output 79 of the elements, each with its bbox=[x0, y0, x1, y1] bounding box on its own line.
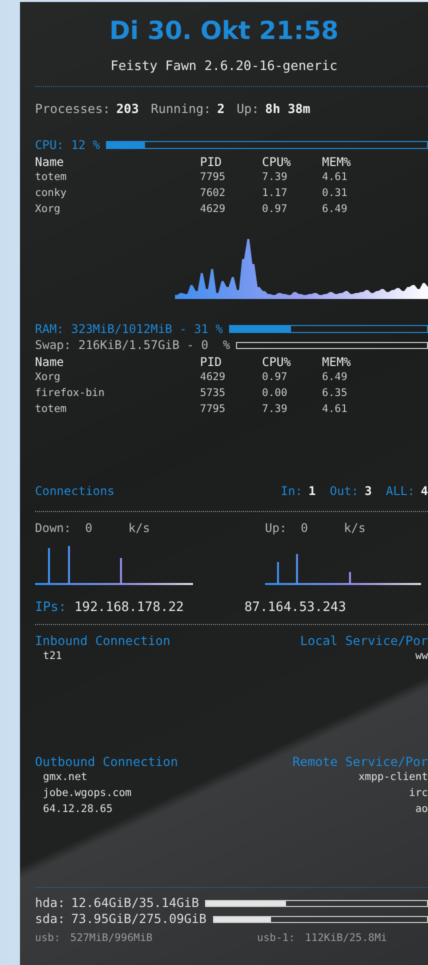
count-value: 3 bbox=[364, 483, 372, 499]
connections-title: Connections bbox=[35, 483, 114, 499]
table-cell-text: firefox-bin bbox=[35, 386, 106, 401]
column-header: PID bbox=[200, 155, 223, 169]
column-header: PID bbox=[200, 355, 223, 369]
column-header: CPU% bbox=[262, 355, 292, 369]
table-cell-text: totem bbox=[35, 402, 68, 417]
column-header: CPU% bbox=[262, 155, 292, 169]
ip-address: 87.164.53.243 bbox=[244, 600, 346, 616]
table-cell-text: 7795 bbox=[200, 170, 226, 185]
table-cell-text: 7.39 bbox=[262, 170, 288, 185]
usb-usage: 527MiB/996MiB bbox=[70, 931, 152, 946]
stat-value: 2 bbox=[217, 101, 225, 117]
table-cell-text: 4629 bbox=[200, 370, 226, 385]
usb-usage: 112KiB/25.8Mi bbox=[304, 931, 388, 946]
count-value: 1 bbox=[308, 483, 316, 499]
service-name: irc bbox=[409, 786, 428, 801]
usb-label: usb: bbox=[35, 931, 60, 946]
service-name: ww bbox=[415, 649, 428, 664]
count-label: In: bbox=[280, 483, 302, 499]
ips-label: IPs: bbox=[35, 600, 66, 616]
table-cell-text: 4.61 bbox=[322, 402, 348, 417]
table-cell-text: 5735 bbox=[200, 386, 226, 401]
host-name: 64.12.28.65 bbox=[43, 802, 113, 817]
system-name: Feisty Fawn 2.6.20-16-generic bbox=[110, 59, 338, 74]
table-cell-text: 7.39 bbox=[262, 402, 288, 417]
download-label: Down: bbox=[35, 520, 72, 536]
table-cell-text: totem bbox=[35, 170, 68, 185]
disk-usage: 73.95GiB/275.09GiB bbox=[71, 911, 207, 927]
table-cell-text: 6.35 bbox=[322, 386, 348, 401]
table-cell-text: Xorg bbox=[35, 370, 62, 385]
host-name: jobe.wgops.com bbox=[43, 786, 132, 801]
upload-unit: k/s bbox=[344, 520, 366, 536]
download-rate: 0 bbox=[85, 520, 92, 536]
table-cell-text: 4.61 bbox=[322, 170, 348, 185]
table-cell-text: 7795 bbox=[200, 402, 226, 417]
stat-label: Running: bbox=[150, 101, 212, 117]
disk-usage: 12.64GiB/35.14GiB bbox=[71, 895, 200, 911]
count-value: 4 bbox=[420, 483, 428, 499]
table-cell-text: Xorg bbox=[35, 202, 62, 217]
table-cell-text: 6.49 bbox=[322, 202, 348, 217]
stat-value: 203 bbox=[116, 101, 139, 117]
service-name: xmpp-client bbox=[358, 770, 428, 785]
ip-address: 192.168.178.22 bbox=[74, 600, 185, 616]
column-header: Name bbox=[35, 355, 65, 369]
table-cell-text: 0.97 bbox=[262, 370, 288, 385]
usb-label: usb-1: bbox=[257, 931, 295, 946]
date-time: Di 30. Okt 21:58 bbox=[109, 16, 339, 45]
section-heading: Local Service/Por bbox=[300, 633, 428, 648]
host-name: gmx.net bbox=[43, 770, 88, 785]
service-name: ao bbox=[415, 802, 428, 817]
download-unit: k/s bbox=[128, 520, 150, 536]
host-name: t21 bbox=[43, 649, 62, 664]
table-cell-text: 0.97 bbox=[262, 202, 288, 217]
stat-label: Up: bbox=[236, 101, 260, 117]
stat-label: Processes: bbox=[35, 101, 110, 117]
section-heading: Remote Service/Por bbox=[292, 754, 428, 769]
ram-usage: RAM: 323MiB/1012MiB - 31 % bbox=[35, 321, 223, 337]
table-cell-text: conky bbox=[35, 186, 68, 201]
column-header: MEM% bbox=[322, 155, 352, 169]
stat-value: 8h 38m bbox=[265, 101, 310, 117]
disk-label: sda: bbox=[35, 911, 66, 927]
count-label: ALL: bbox=[386, 483, 415, 499]
table-cell-text: 7602 bbox=[200, 186, 226, 201]
swap-usage: Swap: 216KiB/1.57GiB - 0 % bbox=[35, 337, 230, 353]
table-cell-text: 0.31 bbox=[322, 186, 348, 201]
disk-label: hda: bbox=[35, 895, 66, 911]
table-cell-text: 1.17 bbox=[262, 186, 288, 201]
count-label: Out: bbox=[330, 483, 359, 499]
table-cell-text: 4629 bbox=[200, 202, 226, 217]
section-heading: Outbound Connection bbox=[35, 754, 178, 769]
table-cell-text: 0.00 bbox=[262, 386, 288, 401]
column-header: Name bbox=[35, 155, 65, 169]
upload-label: Up: bbox=[265, 520, 287, 536]
column-header: MEM% bbox=[322, 355, 352, 369]
section-heading: Inbound Connection bbox=[35, 633, 170, 648]
upload-rate: 0 bbox=[300, 520, 308, 536]
cpu-usage: CPU: 12 % bbox=[35, 137, 100, 153]
table-cell-text: 6.49 bbox=[322, 370, 348, 385]
